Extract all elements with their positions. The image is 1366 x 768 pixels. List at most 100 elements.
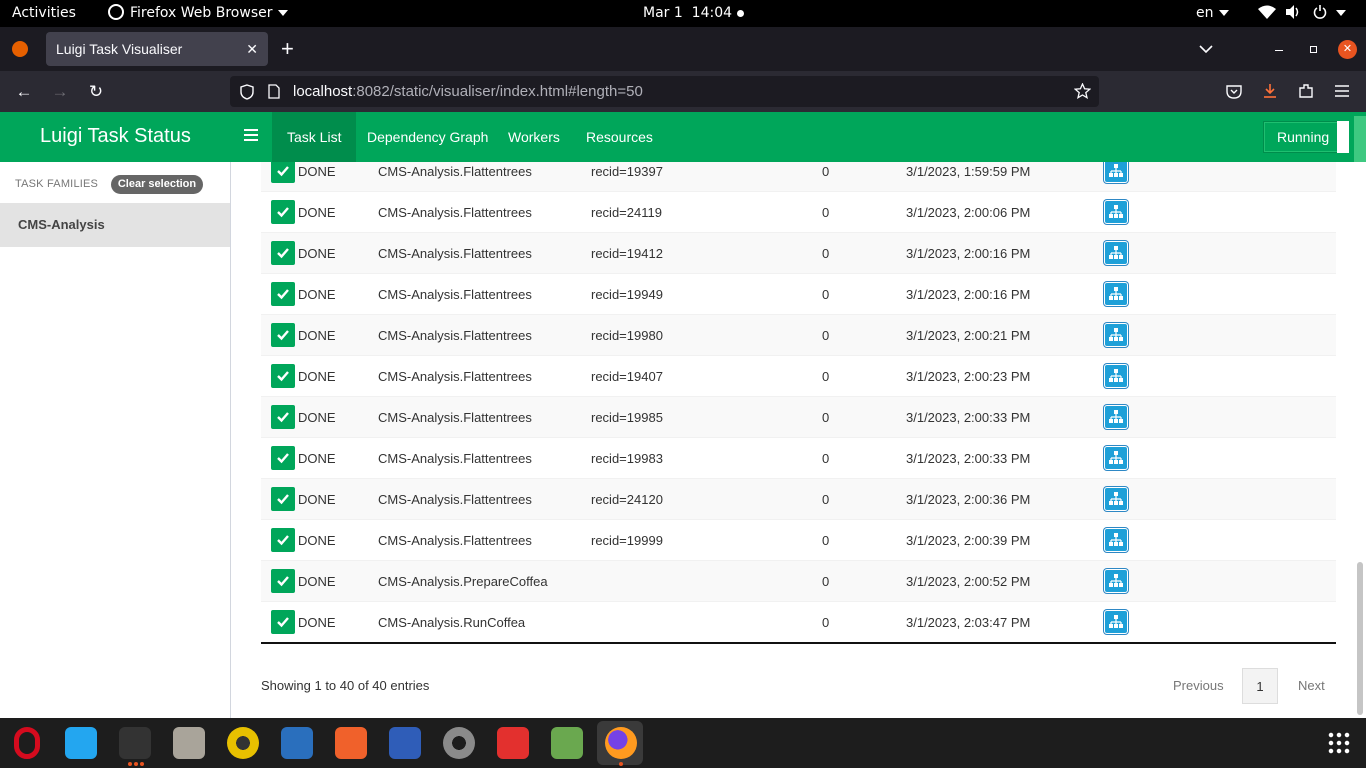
url-bar[interactable]: localhost:8082/static/visualiser/index.h… xyxy=(230,76,1099,107)
opera-icon[interactable] xyxy=(14,727,40,759)
table-row[interactable]: DONE CMS-Analysis.Flattentrees recid=19397… xyxy=(261,162,1336,191)
time-cell: 3/1/2023, 2:00:33 PM xyxy=(906,451,1031,466)
sitemap-icon xyxy=(1109,369,1123,382)
task-name-cell: CMS-Analysis.Flattentrees xyxy=(378,451,532,466)
system-menu[interactable] xyxy=(1258,0,1347,27)
restore-icon[interactable] xyxy=(1310,46,1317,53)
time-cell: 3/1/2023, 2:00:21 PM xyxy=(906,328,1031,343)
table-row[interactable]: DONE CMS-Analysis.RunCoffea 0 3/1/2023, 2:0… xyxy=(261,601,1336,642)
apps-grid-icon[interactable] xyxy=(1327,731,1351,755)
running-indicator xyxy=(134,762,138,766)
pocket-icon[interactable] xyxy=(1226,84,1242,99)
firefox-icon[interactable] xyxy=(605,727,637,759)
game-icon[interactable] xyxy=(551,727,583,759)
priority-cell: 0 xyxy=(822,533,830,548)
table-row[interactable]: DONE CMS-Analysis.Flattentrees recid=19985… xyxy=(261,396,1336,437)
reload-icon[interactable]: ↻ xyxy=(82,71,110,112)
dependency-graph-button[interactable] xyxy=(1104,162,1128,183)
app-menu-label: Firefox Web Browser xyxy=(130,5,273,21)
dependency-graph-button[interactable] xyxy=(1104,569,1128,593)
firefox-view-icon[interactable] xyxy=(12,41,28,57)
clear-selection-button[interactable]: Clear selection xyxy=(111,175,203,194)
url-host: localhost xyxy=(293,83,353,100)
table-row[interactable]: DONE CMS-Analysis.Flattentrees recid=19983… xyxy=(261,437,1336,478)
priority-cell: 0 xyxy=(822,246,830,261)
downloads-icon[interactable] xyxy=(1262,83,1278,99)
sidebar-item-cms-analysis[interactable]: CMS-Analysis xyxy=(0,203,230,247)
status-cell: DONE xyxy=(298,164,336,179)
dependency-graph-button[interactable] xyxy=(1104,364,1128,388)
text-editor-icon[interactable] xyxy=(389,727,421,759)
sitemap-icon xyxy=(1109,533,1123,546)
page-1-button[interactable]: 1 xyxy=(1242,668,1278,704)
new-tab-icon[interactable]: + xyxy=(281,35,294,63)
dock xyxy=(0,718,1366,768)
volume-icon xyxy=(1286,5,1299,19)
firefox-small-icon xyxy=(108,4,124,20)
next-button[interactable]: Next xyxy=(1298,668,1325,704)
bookmark-star-icon[interactable] xyxy=(1074,83,1091,99)
dependency-graph-button[interactable] xyxy=(1104,323,1128,347)
tab-dependency-graph[interactable]: Dependency Graph xyxy=(352,112,503,162)
tab-workers[interactable]: Workers xyxy=(493,112,575,162)
extensions-icon[interactable] xyxy=(1298,83,1314,99)
task-name-cell: CMS-Analysis.Flattentrees xyxy=(378,328,532,343)
table-row[interactable]: DONE CMS-Analysis.Flattentrees recid=19412… xyxy=(261,232,1336,273)
back-arrow-icon[interactable]: ← xyxy=(10,71,38,112)
tab-task-list[interactable]: Task List xyxy=(272,112,357,162)
table-row[interactable]: DONE CMS-Analysis.Flattentrees recid=24120… xyxy=(261,478,1336,519)
forward-arrow-icon[interactable]: → xyxy=(46,71,74,112)
writer-icon[interactable] xyxy=(281,727,313,759)
time-cell: 3/1/2023, 2:00:06 PM xyxy=(906,205,1031,220)
toggle-handle xyxy=(1337,121,1349,153)
params-cell: recid=19412 xyxy=(591,246,663,261)
scrollbar-thumb[interactable] xyxy=(1357,562,1363,715)
previous-button[interactable]: Previous xyxy=(1173,668,1224,704)
chevron-down-icon xyxy=(277,10,288,16)
vscode-icon[interactable] xyxy=(65,727,97,759)
tab-resources[interactable]: Resources xyxy=(571,112,668,162)
done-check-icon xyxy=(271,610,295,634)
terminal-icon[interactable] xyxy=(119,727,151,759)
dependency-graph-button[interactable] xyxy=(1104,241,1128,265)
task-name-cell: CMS-Analysis.Flattentrees xyxy=(378,492,532,507)
sidebar-toggle-icon[interactable] xyxy=(244,129,258,141)
running-toggle[interactable]: Running xyxy=(1263,121,1349,153)
time-cell: 3/1/2023, 1:59:59 PM xyxy=(906,164,1031,179)
dependency-graph-button[interactable] xyxy=(1104,282,1128,306)
files-icon[interactable] xyxy=(173,727,205,759)
table-row[interactable]: DONE CMS-Analysis.Flattentrees recid=24119… xyxy=(261,191,1336,232)
tab-list-chevron-icon[interactable] xyxy=(1199,45,1213,53)
done-check-icon xyxy=(271,569,295,593)
dependency-graph-button[interactable] xyxy=(1104,487,1128,511)
done-check-icon xyxy=(271,323,295,347)
sidebar-title: TASK FAMILIES xyxy=(15,178,99,190)
clock[interactable]: Mar 1 14:04 xyxy=(643,0,732,27)
software-icon[interactable] xyxy=(335,727,367,759)
git-icon[interactable] xyxy=(497,727,529,759)
dependency-graph-button[interactable] xyxy=(1104,610,1128,634)
table-row[interactable]: DONE CMS-Analysis.Flattentrees recid=19407… xyxy=(261,355,1336,396)
sitemap-icon xyxy=(1109,287,1123,300)
menu-icon[interactable] xyxy=(1335,85,1349,97)
minimize-icon[interactable] xyxy=(1275,50,1283,51)
dependency-graph-button[interactable] xyxy=(1104,528,1128,552)
dependency-graph-button[interactable] xyxy=(1104,405,1128,429)
dependency-graph-button[interactable] xyxy=(1104,446,1128,470)
language-menu[interactable]: en xyxy=(1196,0,1229,27)
brand-title[interactable]: Luigi Task Status xyxy=(40,112,191,160)
table-row[interactable]: DONE CMS-Analysis.Flattentrees recid=19999… xyxy=(261,519,1336,560)
browser-tab[interactable]: Luigi Task Visualiser ✕ xyxy=(46,32,268,66)
close-window-icon[interactable]: ✕ xyxy=(1338,40,1357,59)
close-tab-icon[interactable]: ✕ xyxy=(246,32,258,66)
dependency-graph-button[interactable] xyxy=(1104,200,1128,224)
table-row[interactable]: DONE CMS-Analysis.Flattentrees recid=19949… xyxy=(261,273,1336,314)
settings-icon[interactable] xyxy=(443,727,475,759)
task-name-cell: CMS-Analysis.Flattentrees xyxy=(378,205,532,220)
app-menu[interactable]: Firefox Web Browser xyxy=(108,0,288,27)
activities-button[interactable]: Activities xyxy=(12,0,76,27)
table-row[interactable]: DONE CMS-Analysis.Flattentrees recid=19980… xyxy=(261,314,1336,355)
task-name-cell: CMS-Analysis.Flattentrees xyxy=(378,164,532,179)
rhythmbox-icon[interactable] xyxy=(227,727,259,759)
table-row[interactable]: DONE CMS-Analysis.PrepareCoffea 0 3/1/2023,… xyxy=(261,560,1336,601)
